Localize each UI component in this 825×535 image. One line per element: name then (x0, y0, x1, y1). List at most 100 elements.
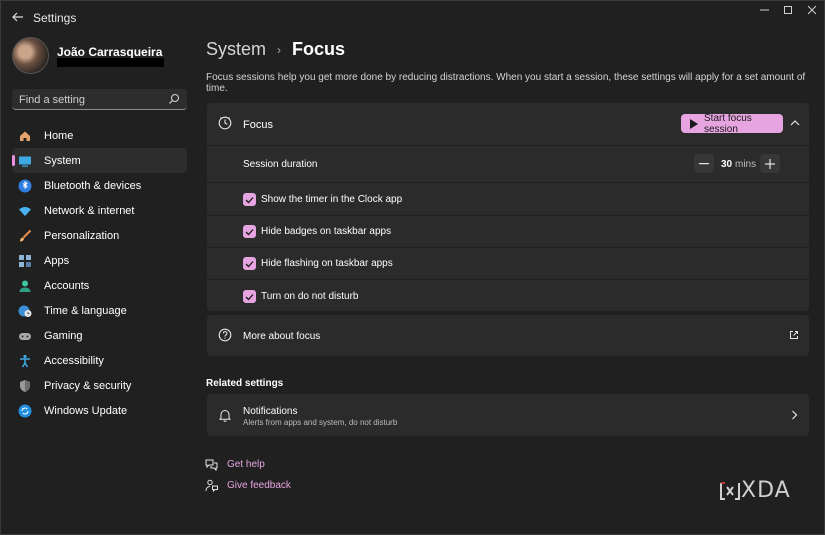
sidebar-item-label: Bluetooth & devices (44, 179, 142, 192)
search-icon (169, 93, 180, 104)
option-label: Hide badges on taskbar apps (261, 226, 392, 237)
focus-label: Focus (243, 119, 273, 131)
sidebar-item-label: Time & language (44, 304, 127, 317)
related-settings-title: Related settings (206, 378, 284, 389)
chevron-right-icon (792, 410, 798, 420)
checkmark-icon (245, 228, 254, 235)
sidebar-item-label: Accounts (44, 279, 90, 292)
sidebar-item-home[interactable]: Home (12, 123, 187, 148)
page-description: Focus sessions help you get more done by… (206, 72, 806, 94)
get-help-icon (205, 459, 218, 471)
home-icon (18, 129, 32, 143)
sidebar-item-label: Privacy & security (44, 379, 132, 392)
back-arrow-icon[interactable] (9, 8, 27, 26)
chevron-up-icon[interactable] (789, 118, 801, 128)
checkbox-hide-flashing[interactable] (243, 257, 256, 270)
start-focus-session-button[interactable]: Start focus session (681, 112, 783, 135)
sidebar-item-label: Personalization (44, 229, 120, 242)
sidebar-item-label: System (44, 154, 81, 167)
xda-watermark: XDA (719, 478, 791, 503)
feedback-icon (205, 479, 218, 492)
checkbox-do-not-disturb[interactable] (243, 290, 256, 303)
start-focus-session-label: Start focus session (704, 112, 752, 135)
session-duration-label: Session duration (243, 159, 318, 170)
help-circle-icon (218, 328, 232, 342)
sidebar-item-windows-update[interactable]: Windows Update (12, 398, 187, 423)
minimize-icon (760, 9, 769, 11)
option-label: Turn on do not disturb (261, 291, 359, 302)
sidebar-item-network[interactable]: Network & internet (12, 198, 187, 223)
more-about-focus-label: More about focus (243, 331, 321, 342)
external-link-icon (790, 331, 798, 339)
sidebar-item-gaming[interactable]: Gaming (12, 323, 187, 348)
checkbox-hide-badges[interactable] (243, 225, 256, 238)
checkmark-icon (245, 260, 254, 267)
brush-icon (18, 229, 32, 243)
sidebar-item-accounts[interactable]: Accounts (12, 273, 187, 298)
breadcrumb-parent[interactable]: System (206, 39, 266, 60)
sidebar-item-time-language[interactable]: Time & language (12, 298, 187, 323)
play-icon (690, 118, 698, 129)
system-icon (18, 154, 32, 168)
option-row-dnd[interactable]: Turn on do not disturb (207, 280, 809, 311)
sidebar-item-label: Apps (44, 254, 70, 267)
bluetooth-icon (18, 179, 32, 193)
sidebar-item-bluetooth[interactable]: Bluetooth & devices (12, 173, 187, 198)
sidebar-item-apps[interactable]: Apps (12, 248, 187, 273)
sidebar-item-personalization[interactable]: Personalization (12, 223, 187, 248)
update-icon (18, 404, 32, 418)
wifi-icon (18, 204, 32, 218)
page-title: Focus (292, 39, 346, 59)
person-icon (18, 279, 32, 293)
profile-name: João Carrasqueira (57, 45, 163, 59)
focus-clock-icon (218, 116, 232, 130)
notifications-label: Notifications (243, 406, 298, 417)
bell-icon (218, 410, 232, 422)
avatar[interactable] (12, 37, 49, 74)
session-duration-row: Session duration 30 mins (207, 146, 809, 182)
sidebar-item-accessibility[interactable]: Accessibility (12, 348, 187, 373)
notifications-subtitle: Alerts from apps and system, do not dist… (243, 418, 398, 427)
more-about-focus-row[interactable]: More about focus (207, 315, 809, 356)
get-help-link[interactable]: Get help (227, 459, 265, 470)
close-button[interactable] (797, 1, 825, 19)
search-placeholder: Find a setting (19, 94, 86, 106)
sidebar-nav: Home System Bluetooth & devices Network … (12, 123, 187, 423)
option-label: Hide flashing on taskbar apps (261, 258, 393, 269)
option-row-timer[interactable]: Show the timer in the Clock app (207, 183, 809, 215)
accessibility-icon (18, 354, 32, 368)
controller-icon (18, 329, 32, 343)
sidebar-item-privacy[interactable]: Privacy & security (12, 373, 187, 398)
option-label: Show the timer in the Clock app (261, 194, 403, 205)
settings-window: Settings João Carrasqueira Find a settin… (0, 0, 825, 535)
close-icon (807, 5, 817, 15)
option-row-flashing[interactable]: Hide flashing on taskbar apps (207, 248, 809, 279)
sidebar-item-label: Windows Update (44, 404, 128, 417)
window-title: Settings (33, 11, 77, 25)
option-row-badges[interactable]: Hide badges on taskbar apps (207, 216, 809, 247)
notifications-row[interactable]: Notifications Alerts from apps and syste… (207, 394, 809, 436)
breadcrumb-separator: › (277, 42, 282, 57)
focus-header-row[interactable]: Focus Start focus session (207, 103, 809, 145)
decrease-duration-button[interactable] (694, 154, 714, 173)
sidebar-item-label: Gaming (44, 329, 83, 342)
focus-card: Focus Start focus session Session durati… (207, 103, 809, 311)
globe-clock-icon (18, 304, 32, 318)
sidebar-item-label: Home (44, 129, 74, 142)
checkbox-show-timer[interactable] (243, 193, 256, 206)
checkmark-icon (245, 196, 254, 203)
search-input[interactable]: Find a setting (12, 89, 187, 110)
minus-icon (699, 162, 709, 164)
plus-icon (765, 158, 775, 169)
apps-icon (18, 254, 32, 268)
maximize-icon (784, 6, 792, 14)
sidebar-item-system[interactable]: System (12, 148, 187, 173)
duration-unit: mins (735, 159, 757, 170)
xda-watermark-text: XDA (741, 478, 791, 503)
breadcrumb: System › Focus (206, 39, 345, 60)
give-feedback-link[interactable]: Give feedback (227, 480, 291, 491)
duration-value: 30 (721, 159, 733, 170)
title-bar: Settings (1, 1, 825, 33)
increase-duration-button[interactable] (760, 154, 780, 173)
shield-icon (18, 379, 32, 393)
